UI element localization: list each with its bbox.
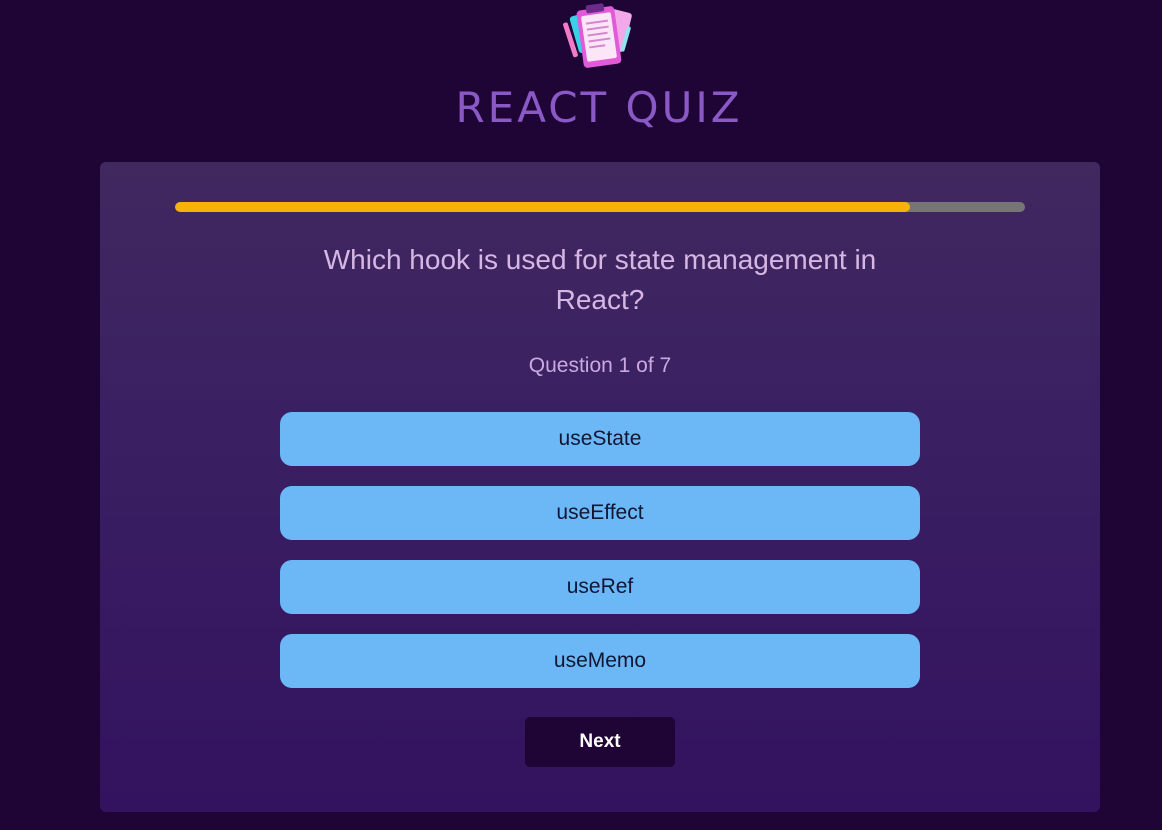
progress-bar: [175, 202, 1025, 212]
quiz-card: Which hook is used for state management …: [100, 162, 1100, 812]
question-text: Which hook is used for state management …: [323, 244, 877, 315]
app-title: REACT QUIZ: [455, 83, 743, 132]
next-button[interactable]: Next: [525, 717, 675, 767]
header: REACT QUIZ: [0, 0, 1162, 160]
quiz-page: REACT QUIZ Which hook is used for state …: [0, 0, 1162, 830]
quiz-clipboard-icon: [563, 3, 632, 68]
answer-options: useState useEffect useRef useMemo: [280, 412, 920, 708]
answer-option[interactable]: useState: [280, 412, 920, 466]
answer-option[interactable]: useMemo: [280, 634, 920, 688]
answer-option[interactable]: useEffect: [280, 486, 920, 540]
question-counter: Question 1 of 7: [528, 354, 672, 377]
progress-fill: [175, 202, 911, 212]
answer-option[interactable]: useRef: [280, 560, 920, 614]
